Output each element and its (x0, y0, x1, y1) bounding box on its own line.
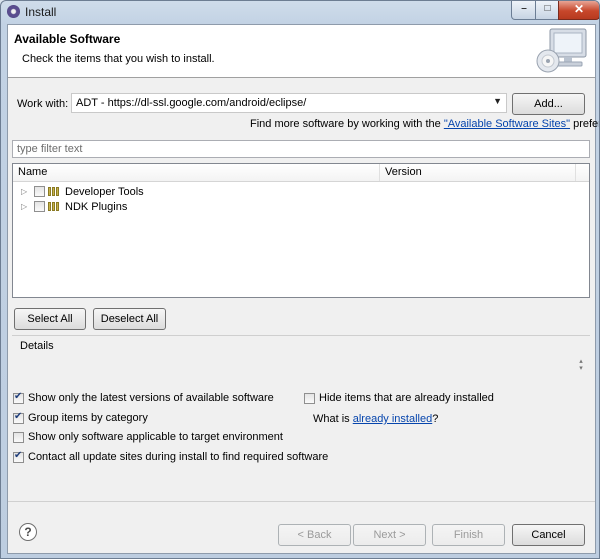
filter-field[interactable] (12, 140, 597, 158)
contact-update-sites-label: Contact all update sites during install … (28, 451, 329, 463)
tree-item-label: NDK Plugins (65, 201, 128, 213)
developer-tools-checkbox[interactable] (34, 186, 45, 197)
tree-header: Name Version (13, 164, 589, 182)
work-with-combo[interactable]: ADT - https://dl-ssl.google.com/android/… (71, 93, 507, 113)
tree-item-developer-tools[interactable]: ▷ Developer Tools (13, 184, 573, 200)
install-software-icon (536, 28, 587, 73)
next-button[interactable]: Next > (353, 524, 426, 546)
what-is-prefix: What is (313, 413, 353, 425)
work-with-value: ADT - https://dl-ssl.google.com/android/… (76, 97, 307, 109)
expand-triangle-icon[interactable]: ▷ (21, 187, 27, 196)
maximize-button[interactable]: □ (535, 1, 560, 20)
what-is-installed-text: What is already installed? (313, 413, 438, 425)
page-title: Available Software (14, 32, 121, 46)
details-scroll-arrows-icon[interactable]: ▴ ▾ (576, 358, 586, 372)
latest-versions-checkbox[interactable] (13, 391, 24, 404)
software-tree[interactable]: Name Version ▷ Developer Tools ▷ NDK Plu… (12, 163, 590, 298)
select-all-button[interactable]: Select All (14, 308, 86, 330)
tree-item-label: Developer Tools (65, 186, 144, 198)
deselect-all-button[interactable]: Deselect All (93, 308, 166, 330)
latest-versions-label: Show only the latest versions of availab… (28, 392, 274, 404)
column-version[interactable]: Version (380, 164, 576, 181)
filter-input[interactable] (13, 141, 597, 157)
find-more-text: Find more software by working with the "… (250, 118, 600, 130)
close-button[interactable]: ✕ (558, 1, 599, 20)
work-with-label: Work with: (17, 98, 69, 110)
dropdown-arrow-icon[interactable]: ▼ (493, 96, 502, 106)
contact-update-sites-checkbox[interactable] (13, 450, 24, 463)
package-icon (48, 187, 61, 196)
help-icon[interactable]: ? (19, 523, 37, 541)
package-icon (48, 202, 61, 211)
wizard-header: Available Software Check the items that … (8, 25, 595, 78)
details-panel (12, 335, 590, 382)
ndk-plugins-checkbox[interactable] (34, 201, 45, 212)
minimize-button[interactable]: – (511, 1, 537, 20)
hide-installed-label: Hide items that are already installed (319, 392, 494, 404)
find-more-suffix: preferences. (573, 118, 600, 130)
footer-divider (8, 501, 595, 502)
title-bar[interactable]: Install – □ ✕ (1, 1, 599, 23)
finish-button[interactable]: Finish (432, 524, 505, 546)
tree-item-ndk-plugins[interactable]: ▷ NDK Plugins (13, 199, 573, 215)
install-window: Install – □ ✕ Available Software Check t… (0, 0, 600, 559)
details-label: Details (20, 340, 54, 352)
group-by-category-checkbox[interactable] (13, 411, 24, 424)
what-is-suffix: ? (432, 413, 439, 425)
dialog-body: Available Software Check the items that … (7, 24, 599, 554)
eclipse-app-icon (7, 5, 20, 18)
window-title: Install (25, 5, 57, 19)
find-more-prefix: Find more software by working with the (250, 118, 444, 130)
column-name[interactable]: Name (13, 164, 380, 181)
already-installed-link[interactable]: already installed (353, 413, 433, 425)
back-button[interactable]: < Back (278, 524, 351, 546)
group-by-category-label: Group items by category (28, 412, 148, 424)
cancel-button[interactable]: Cancel (512, 524, 585, 546)
page-description: Check the items that you wish to install… (22, 53, 215, 65)
available-software-sites-link[interactable]: "Available Software Sites" (444, 118, 570, 130)
hide-installed-checkbox[interactable] (304, 393, 315, 404)
add-button[interactable]: Add... (512, 93, 585, 115)
target-environment-label: Show only software applicable to target … (28, 431, 283, 443)
target-environment-checkbox[interactable] (13, 432, 24, 443)
expand-triangle-icon[interactable]: ▷ (21, 202, 27, 211)
